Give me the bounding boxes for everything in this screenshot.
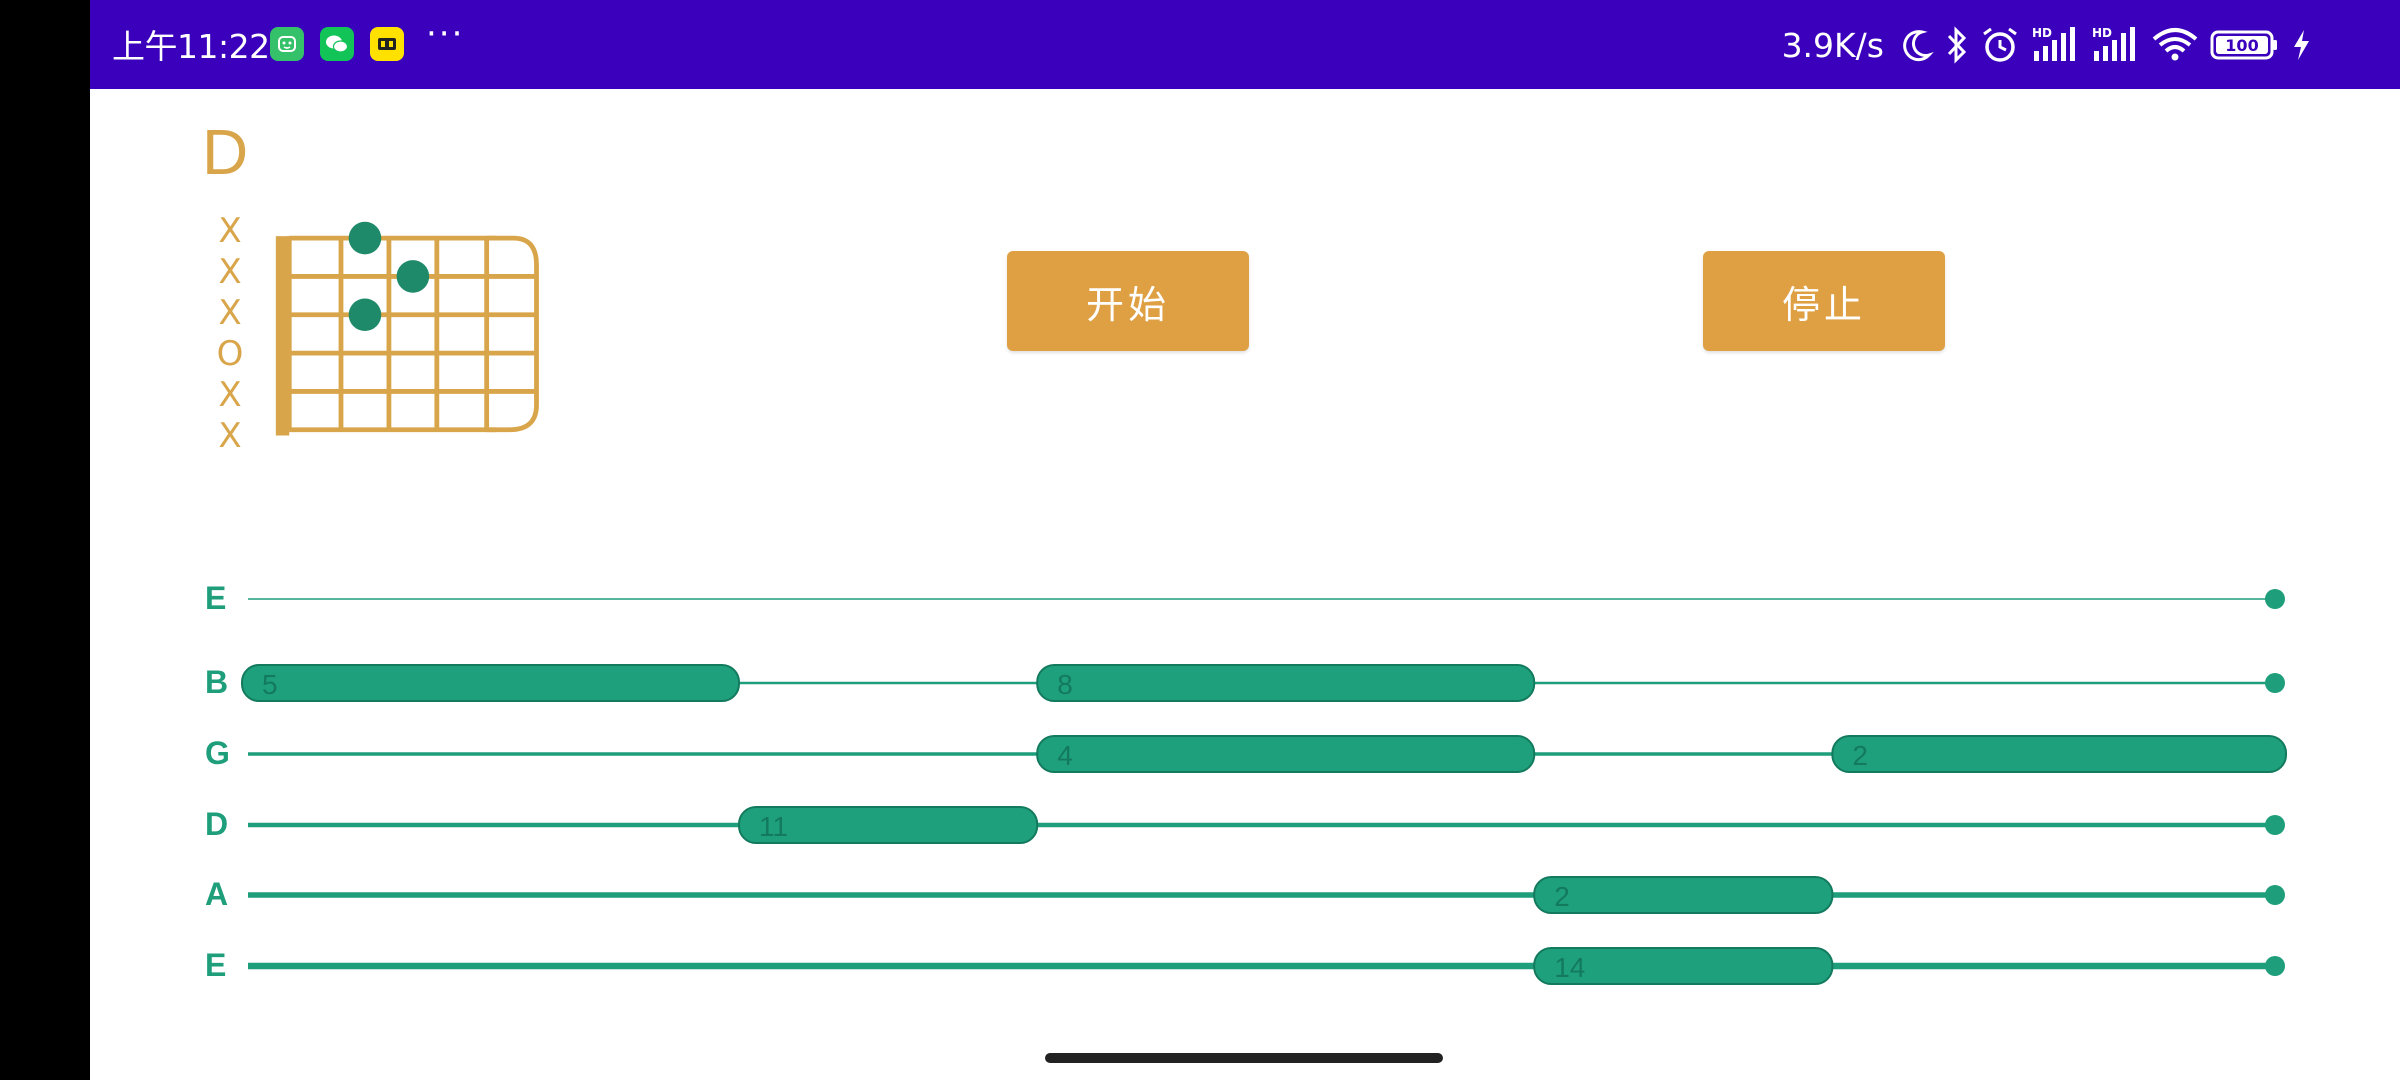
tab-note[interactable]: 2	[1831, 735, 2288, 773]
tab-note-fret: 4	[1057, 740, 1073, 771]
wechat-icon	[320, 27, 354, 61]
tab-note[interactable]: 11	[738, 806, 1039, 844]
status-bar: 上午11:22 ··· 3.9K/s HD HD 100	[90, 0, 2400, 89]
home-indicator[interactable]	[1045, 1053, 1443, 1063]
tab-string-end	[2265, 589, 2285, 609]
tab-note-fret: 2	[1554, 881, 1570, 912]
app-green-icon	[270, 27, 304, 61]
more-notifications: ···	[426, 14, 465, 54]
status-indicators: 3.9K/s HD HD 100	[1782, 18, 2312, 72]
tab-string-end	[2265, 673, 2285, 693]
tab-note-bar[interactable]	[241, 664, 740, 702]
tab-note-fret: 8	[1057, 669, 1073, 700]
bluetooth-icon	[1944, 26, 1970, 64]
tab-note-fret: 2	[1852, 740, 1868, 771]
tab-note-bar[interactable]	[1036, 664, 1536, 702]
tab-note[interactable]: 8	[1036, 664, 1536, 702]
status-time: 上午11:22	[112, 27, 270, 66]
svg-text:HD: HD	[2032, 26, 2052, 40]
wifi-icon	[2150, 25, 2200, 65]
tab-string-end	[2265, 815, 2285, 835]
tab-note-fret: 14	[1554, 952, 1585, 983]
tab-note-fret: 5	[262, 669, 278, 700]
tab-note[interactable]: 4	[1036, 735, 1536, 773]
tab-note-bar[interactable]	[1533, 876, 1834, 914]
moon-icon	[1900, 27, 1934, 63]
tab-note[interactable]: 5	[241, 664, 740, 702]
alarm-icon	[1980, 26, 2020, 64]
tab-note[interactable]: 2	[1533, 876, 1834, 914]
tab-string-end	[2265, 956, 2285, 976]
signal-hd-icon: HD	[2090, 25, 2140, 65]
tab-note-fret: 11	[759, 811, 788, 842]
app-yellow-icon	[370, 27, 404, 61]
tab-note-bar[interactable]	[1036, 735, 1536, 773]
signal-hd-icon: HD	[2030, 25, 2080, 65]
charging-icon	[2290, 28, 2312, 62]
tab-note[interactable]: 14	[1533, 947, 1834, 985]
tab-string-end	[2265, 885, 2285, 905]
network-speed: 3.9K/s	[1781, 25, 1884, 65]
phone-screen: 上午11:22 ··· 3.9K/s HD HD 100 D X X X O X…	[0, 0, 2400, 1080]
tab-staff: 5 8 4 2 11 2 14	[241, 589, 2288, 985]
tab-note-bar[interactable]	[1831, 735, 2288, 773]
svg-text:HD: HD	[2092, 26, 2112, 40]
app-content: D XXXOXX 开始 停止 EBGDAE 5 8 4 2 11 2 14	[90, 89, 2400, 1080]
battery-level: 100	[2225, 36, 2258, 55]
battery-icon: 100	[2210, 28, 2280, 62]
